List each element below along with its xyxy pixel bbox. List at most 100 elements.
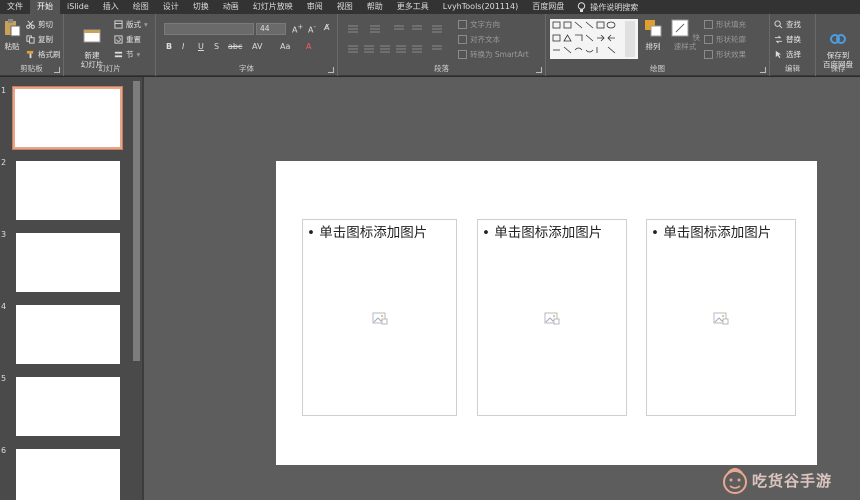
text-direction-icon — [458, 20, 467, 29]
change-case-button[interactable]: Aa — [280, 42, 290, 51]
shape-effects-button[interactable]: 形状效果 — [704, 49, 746, 60]
select-button[interactable]: 选择 — [774, 49, 801, 60]
editing-group-label: 编辑 — [785, 64, 800, 73]
menu-tab[interactable]: 开始 — [30, 0, 60, 14]
picture-placeholder[interactable]: • 单击图标添加图片 — [646, 219, 796, 416]
slide-thumbnail[interactable] — [12, 86, 123, 150]
paste-button[interactable]: 粘贴 — [2, 18, 22, 51]
convert-smartart-button[interactable]: 转换为 SmartArt — [458, 49, 529, 60]
replace-button[interactable]: 替换 — [774, 34, 801, 45]
shadow-button[interactable]: S — [214, 42, 219, 51]
copy-label: 复制 — [38, 35, 53, 44]
bold-button[interactable]: B — [166, 42, 172, 51]
paragraph-buttons-icon — [348, 25, 442, 53]
menu-tab[interactable]: 插入 — [96, 0, 126, 14]
layout-label: 版式 — [126, 20, 141, 29]
section-dropdown-icon: ▾ — [136, 50, 141, 59]
new-slide-button[interactable]: 新建 幻灯片 — [74, 18, 110, 69]
clipboard-launcher[interactable] — [54, 67, 60, 73]
save-group-label: 保存 — [830, 64, 846, 73]
font-size-field[interactable]: 44 — [256, 23, 286, 35]
save-baidu-button[interactable]: 保存到 百度网盘 — [818, 18, 858, 69]
slide-thumbnail[interactable] — [16, 233, 120, 292]
font-name-field[interactable] — [164, 23, 254, 35]
arrange-label: 排列 — [645, 42, 661, 51]
copy-icon — [26, 35, 35, 44]
strikethrough-button[interactable]: abc — [228, 42, 242, 51]
placeholder-label: 单击图标添加图片 — [319, 225, 428, 241]
grow-font-button[interactable]: A+ — [292, 23, 303, 35]
picture-icon[interactable] — [544, 311, 560, 325]
shape-effects-label: 形状效果 — [716, 50, 746, 59]
menu-tab[interactable]: iSlide — [60, 0, 96, 14]
copy-button[interactable]: 复制 — [26, 34, 53, 45]
picture-icon[interactable] — [713, 311, 729, 325]
paragraph-group: 文字方向 对齐文本 转换为 SmartArt 段落 — [338, 14, 546, 76]
scrollbar-thumb[interactable] — [133, 81, 140, 361]
slide-thumbnail[interactable] — [16, 305, 120, 364]
format-painter-button[interactable]: 格式刷 — [26, 49, 61, 60]
cut-button[interactable]: 剪切 — [26, 19, 53, 30]
current-slide[interactable]: • 单击图标添加图片 • 单击图标添加图片 • 单击图标添加图片 — [276, 161, 817, 465]
paragraph-launcher[interactable] — [536, 67, 542, 73]
quick-styles-button[interactable]: 快速样式 — [668, 18, 702, 51]
underline-button[interactable]: U — [198, 42, 204, 51]
slide-thumbnail[interactable] — [16, 377, 120, 436]
section-button[interactable]: 节 ▾ — [114, 49, 140, 60]
menu-tab[interactable]: 更多工具 — [390, 0, 436, 14]
menu-tab[interactable]: 设计 — [156, 0, 186, 14]
shapes-gallery[interactable] — [550, 19, 638, 59]
picture-placeholder[interactable]: • 单击图标添加图片 — [302, 219, 457, 416]
menu-tab[interactable]: 绘图 — [126, 0, 156, 14]
shrink-font-button[interactable]: A- — [308, 23, 316, 35]
replace-label: 替换 — [786, 35, 801, 44]
drawing-launcher[interactable] — [760, 67, 766, 73]
menu-tab[interactable]: LvyhTools(201114) — [436, 0, 525, 14]
tell-me-search[interactable]: 操作说明搜索 — [571, 1, 638, 13]
shape-outline-button[interactable]: 形状轮廓 — [704, 34, 746, 45]
font-launcher[interactable] — [328, 67, 334, 73]
menu-tab[interactable]: 视图 — [330, 0, 360, 14]
italic-button[interactable]: I — [182, 42, 184, 51]
slide-thumbnail[interactable] — [16, 161, 120, 220]
font-color-button[interactable]: A — [306, 42, 311, 51]
menu-tab[interactable]: 百度网盘 — [525, 0, 571, 14]
slide-thumbnail[interactable] — [16, 449, 120, 500]
baidu-cloud-icon — [830, 34, 846, 44]
menu-tab[interactable]: 帮助 — [360, 0, 390, 14]
char-spacing-button[interactable]: AV — [252, 42, 262, 51]
new-slide-icon — [83, 29, 101, 43]
editing-group: 查找 替换 选择 编辑 — [770, 14, 816, 76]
pen-icon — [704, 35, 713, 44]
align-text-button[interactable]: 对齐文本 — [458, 34, 500, 45]
text-direction-button[interactable]: 文字方向 — [458, 19, 500, 30]
placeholder-label: 单击图标添加图片 — [494, 225, 603, 241]
watermark-text: 吃货谷手游 — [752, 471, 833, 490]
picture-icon[interactable] — [372, 311, 388, 325]
paragraph-group-label: 段落 — [434, 64, 449, 73]
menu-tab[interactable]: 幻灯片放映 — [246, 0, 300, 14]
thumbnail-number: 3 — [1, 230, 7, 239]
replace-icon — [774, 35, 783, 44]
menu-tab[interactable]: 动画 — [216, 0, 246, 14]
font-group: 44 A+ A- A̸ B I U S abc AV Aa A 字体 — [156, 14, 338, 76]
shape-fill-label: 形状填充 — [716, 20, 746, 29]
menu-tab[interactable]: 审阅 — [300, 0, 330, 14]
find-button[interactable]: 查找 — [774, 19, 801, 30]
shape-fill-button[interactable]: 形状填充 — [704, 19, 746, 30]
format-painter-label: 格式刷 — [38, 50, 61, 59]
clear-format-button[interactable]: A̸ — [324, 23, 329, 32]
format-painter-icon — [26, 50, 34, 59]
placeholder-label: 单击图标添加图片 — [663, 225, 772, 241]
menu-tab[interactable]: 切换 — [186, 0, 216, 14]
arrange-button[interactable]: 排列 — [642, 18, 664, 51]
quick-styles-icon — [671, 19, 689, 37]
picture-placeholder[interactable]: • 单击图标添加图片 — [477, 219, 627, 416]
reset-icon — [114, 35, 123, 44]
menu-tab[interactable]: 文件 — [0, 0, 30, 14]
smartart-icon — [458, 50, 467, 59]
align-text-label: 对齐文本 — [470, 35, 500, 44]
thumbnails-scrollbar[interactable] — [131, 77, 142, 500]
reset-button[interactable]: 重置 — [114, 34, 141, 45]
layout-button[interactable]: 版式 ▾ — [114, 19, 148, 30]
